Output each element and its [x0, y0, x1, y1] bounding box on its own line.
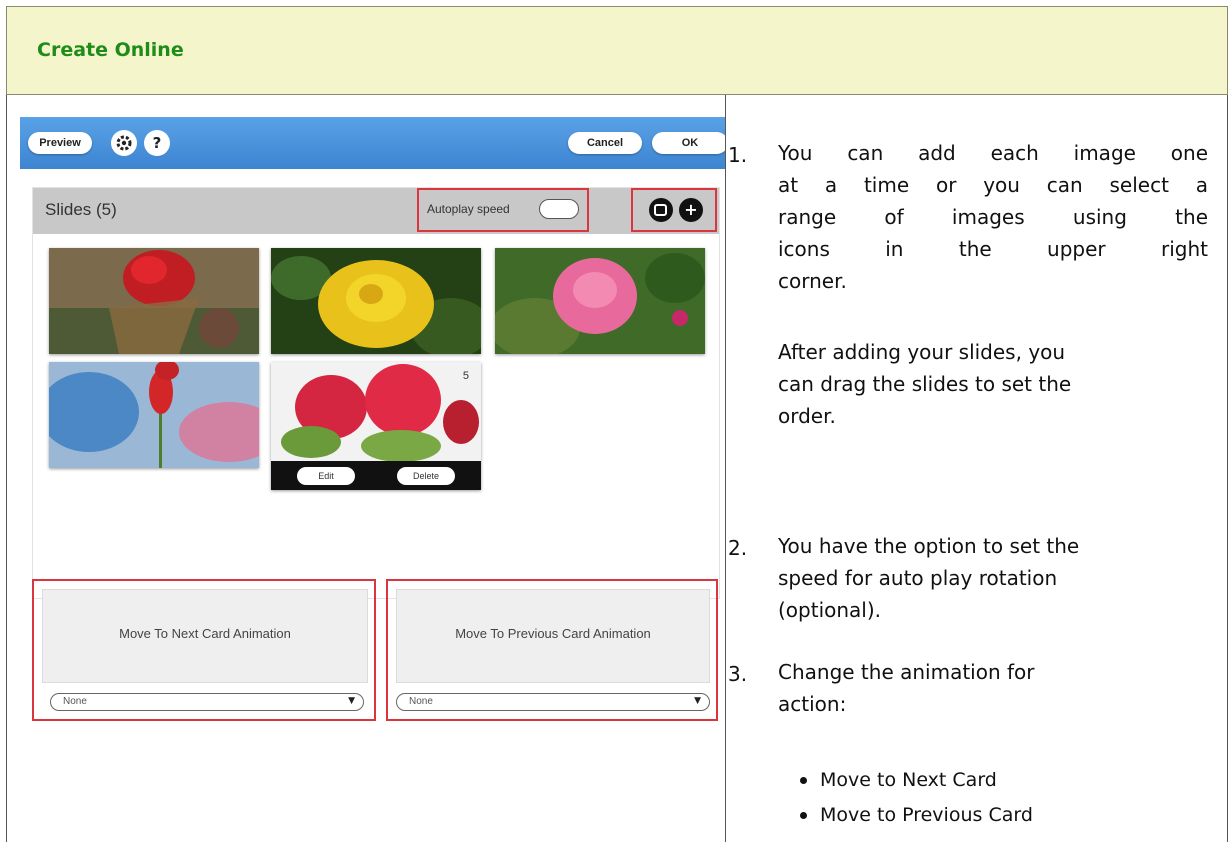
text-line: action: — [778, 692, 847, 716]
text-line: order. — [778, 404, 836, 428]
previous-card-animation-select[interactable]: None ▼ — [396, 693, 710, 711]
slide-actions-bar: Edit Delete — [271, 461, 481, 490]
slide-thumbnail-selected[interactable]: 5 Edit Delete — [271, 362, 481, 490]
text-line: speed for auto play rotation — [778, 566, 1058, 590]
delete-slide-button[interactable]: Delete — [397, 467, 455, 485]
slides-panel: Slides (5) Autoplay speed + 5 Edit Delet… — [32, 187, 720, 599]
next-card-animation-select[interactable]: None ▼ — [50, 693, 364, 711]
text-line: Change the animation for — [778, 660, 1035, 684]
multi-add-icon[interactable] — [649, 198, 673, 222]
add-icons-highlight: + — [631, 188, 717, 232]
step-1-number: 1. — [728, 143, 748, 167]
section-title: Create Online — [37, 39, 184, 61]
text-line: can drag the slides to set the — [778, 372, 1072, 396]
help-icon[interactable]: ? — [144, 130, 170, 156]
text-line: at a time or you can select a — [778, 173, 1208, 197]
autoplay-toggle[interactable] — [539, 199, 579, 219]
step-1-followup-text: After adding your slides, you can drag t… — [778, 336, 1208, 432]
chevron-down-icon: ▼ — [694, 696, 701, 706]
section-header: Create Online — [6, 6, 1228, 95]
next-card-animation-preview[interactable]: Move To Next Card Animation — [42, 589, 368, 683]
text-line: You can add each image one — [778, 141, 1208, 165]
step-1-text: You can add each image one at a time or … — [778, 137, 1208, 297]
select-value: None — [409, 696, 433, 707]
slide-thumbnail[interactable] — [271, 248, 481, 354]
next-card-animation-label: Move To Next Card Animation — [119, 626, 291, 641]
bullet-icon — [800, 812, 807, 819]
text-line: icons in the upper right — [778, 237, 1208, 261]
bullet-icon — [800, 777, 807, 784]
autoplay-label: Autoplay speed — [427, 202, 510, 216]
edit-slide-button[interactable]: Edit — [297, 467, 355, 485]
autoplay-highlight: Autoplay speed — [417, 188, 589, 232]
text-line: corner. — [778, 269, 847, 293]
slides-title: Slides (5) — [45, 200, 117, 219]
slide-thumbnail[interactable] — [495, 248, 705, 354]
chevron-down-icon: ▼ — [348, 696, 355, 706]
step-2-number: 2. — [728, 536, 748, 560]
text-line: (optional). — [778, 598, 882, 622]
editor-toolbar: Preview ? Cancel OK — [20, 117, 725, 169]
plus-icon[interactable]: + — [679, 198, 703, 222]
select-value: None — [63, 696, 87, 707]
slide-thumbnail[interactable] — [49, 362, 259, 468]
slide-thumbnail[interactable] — [49, 248, 259, 354]
slide-number: 5 — [462, 370, 469, 382]
previous-card-animation-section: Move To Previous Card Animation None ▼ — [386, 579, 718, 721]
cancel-button[interactable]: Cancel — [568, 132, 642, 154]
editor-screenshot: Preview ? Cancel OK Slides (5) Autoplay … — [20, 117, 725, 732]
previous-card-animation-label: Move To Previous Card Animation — [455, 626, 651, 641]
bullet-item: Move to Previous Card — [820, 804, 1033, 826]
next-card-animation-section: Move To Next Card Animation None ▼ — [32, 579, 376, 721]
text-line: You have the option to set the — [778, 534, 1080, 558]
table-middle-divider — [725, 95, 726, 842]
step-3-number: 3. — [728, 662, 748, 686]
text-line: After adding your slides, you — [778, 340, 1066, 364]
step-3-text: Change the animation for action: — [778, 656, 1218, 720]
bullet-item: Move to Next Card — [820, 769, 997, 791]
previous-card-animation-preview[interactable]: Move To Previous Card Animation — [396, 589, 710, 683]
slides-header: Slides (5) Autoplay speed + — [33, 188, 719, 234]
text-line: range of images using the — [778, 205, 1208, 229]
ok-button[interactable]: OK — [652, 132, 725, 154]
table-right-border — [1227, 95, 1228, 842]
gear-icon[interactable] — [111, 130, 137, 156]
table-left-border — [6, 95, 7, 842]
step-2-text: You have the option to set the speed for… — [778, 530, 1218, 626]
preview-button[interactable]: Preview — [28, 132, 92, 154]
